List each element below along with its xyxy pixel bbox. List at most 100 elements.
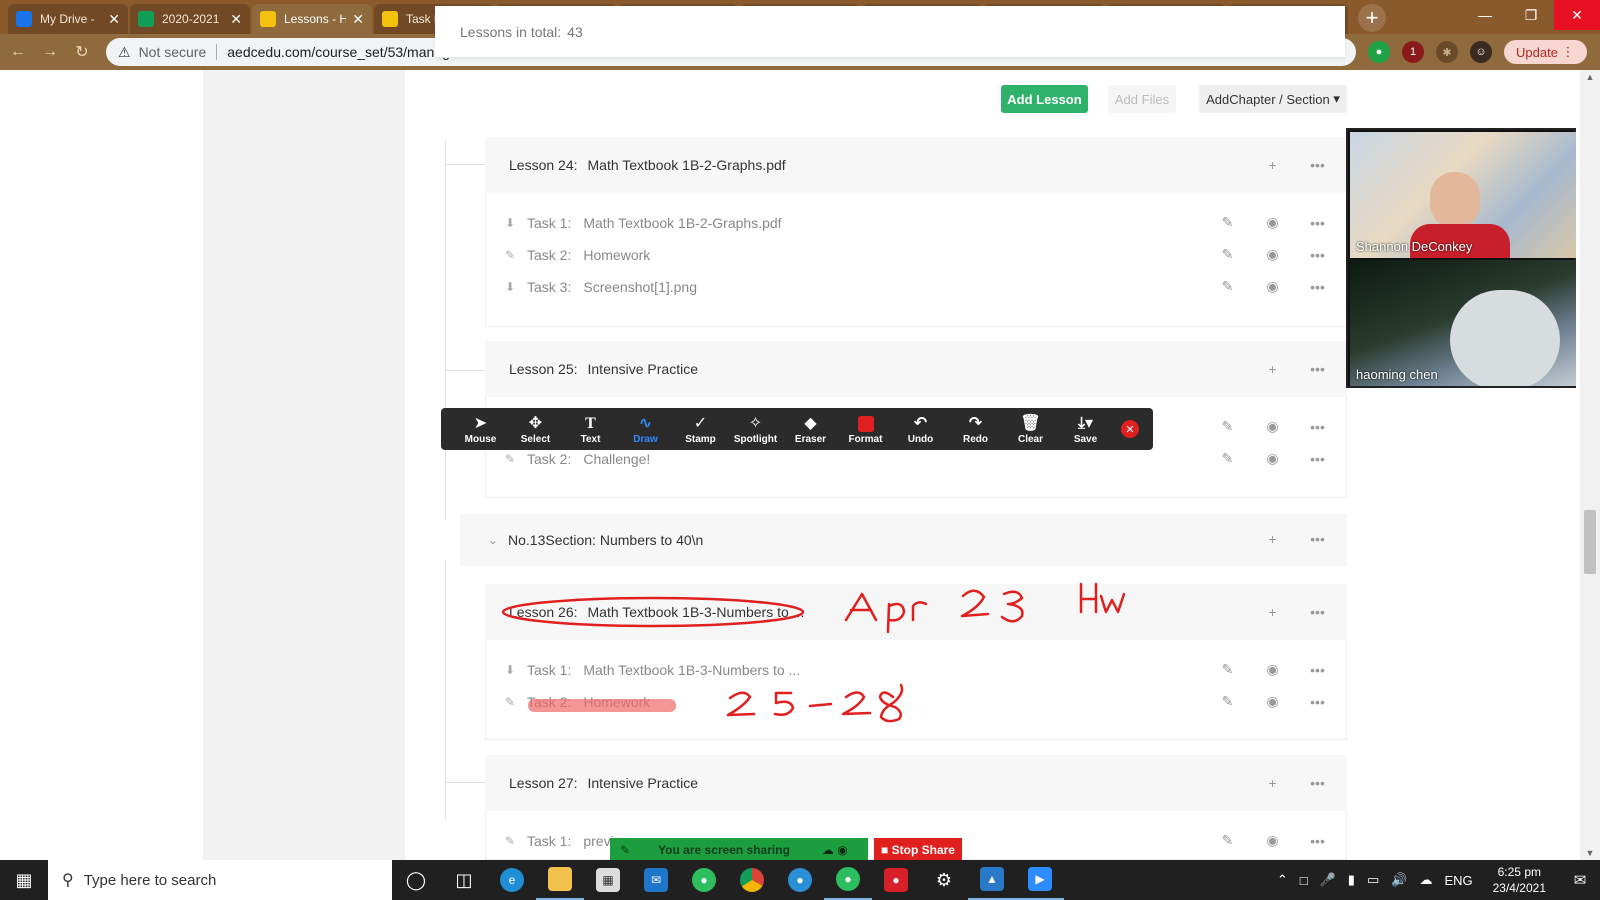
task-row[interactable]: ⬇ Task 3: Screenshot[1].png bbox=[505, 272, 1325, 302]
photos-icon[interactable]: ▲ bbox=[968, 860, 1016, 900]
volume-icon[interactable]: 🔊 bbox=[1391, 872, 1407, 888]
add-chapter-section-button[interactable]: AddChapter / Section ▾ bbox=[1199, 85, 1347, 113]
edit-pencil-icon[interactable]: ✎ bbox=[1205, 661, 1250, 678]
preview-eye-icon[interactable]: ◉ bbox=[1250, 418, 1295, 435]
add-task-icon[interactable]: + bbox=[1250, 361, 1295, 377]
tab-close-icon[interactable]: ✕ bbox=[108, 11, 120, 28]
more-options-icon[interactable]: ••• bbox=[1295, 279, 1340, 295]
more-options-icon[interactable]: ••• bbox=[1295, 361, 1340, 377]
warning-icon[interactable]: ⚠ bbox=[118, 44, 131, 61]
task-row[interactable]: ✎ Task 2: Homework bbox=[505, 687, 1325, 717]
update-button[interactable]: Update ⋮ bbox=[1504, 40, 1587, 64]
browser-tab[interactable]: Lessons - H ✕ bbox=[252, 4, 372, 34]
edit-pencil-icon[interactable]: ✎ bbox=[1205, 278, 1250, 295]
edit-pencil-icon[interactable]: ✎ bbox=[1205, 832, 1250, 849]
reload-icon[interactable]: ↻ bbox=[68, 42, 96, 62]
settings-gear-icon[interactable]: ⚙ bbox=[920, 860, 968, 900]
new-tab-button[interactable]: + bbox=[1358, 4, 1386, 32]
browser-tab[interactable]: 2020-2021 ✕ bbox=[130, 4, 250, 34]
tool-undo[interactable]: ↶ Undo bbox=[893, 414, 948, 445]
more-options-icon[interactable]: ••• bbox=[1295, 775, 1340, 791]
battery-icon[interactable]: ▮ bbox=[1348, 872, 1355, 888]
extensions-puzzle-icon[interactable]: ✱ bbox=[1436, 41, 1458, 63]
scroll-up-icon[interactable]: ▲ bbox=[1584, 72, 1596, 82]
section-header[interactable]: ⌄ No.13Section: Numbers to 40\n bbox=[460, 514, 1347, 566]
video-tile[interactable]: haoming chen bbox=[1350, 260, 1576, 386]
tool-clear[interactable]: 🗑 Clear bbox=[1003, 414, 1058, 445]
edit-pencil-icon[interactable]: ✎ bbox=[1205, 418, 1250, 435]
video-tile[interactable]: Shannon DeConkey bbox=[1350, 132, 1576, 258]
lesson-header[interactable]: Lesson 26: Math Textbook 1B-3-Numbers to… bbox=[485, 584, 1347, 640]
evernote-icon[interactable]: ● bbox=[680, 860, 728, 900]
edit-pencil-icon[interactable]: ✎ bbox=[1205, 450, 1250, 467]
browser-tab[interactable]: My Drive - ✕ bbox=[8, 4, 128, 34]
clock[interactable]: 6:25 pm 23/4/2021 bbox=[1493, 864, 1546, 896]
profile-avatar[interactable]: ☺ bbox=[1470, 41, 1492, 63]
zoom-icon[interactable]: ▶ bbox=[1016, 860, 1064, 900]
task-row[interactable]: ✎ Task 2: Homework bbox=[505, 240, 1325, 270]
microphone-icon[interactable]: 🎤 bbox=[1320, 872, 1336, 888]
chevron-down-icon[interactable]: ⌄ bbox=[488, 533, 508, 547]
meet-now-icon[interactable]: □ bbox=[1300, 873, 1308, 888]
forward-icon[interactable]: → bbox=[36, 43, 64, 61]
language-indicator[interactable]: ENG bbox=[1444, 873, 1472, 888]
lesson-header[interactable]: Lesson 24: Math Textbook 1B-2-Graphs.pdf bbox=[485, 137, 1347, 193]
taskbar-search-input[interactable]: ⚲ Type here to search bbox=[48, 860, 392, 900]
cortana-icon[interactable]: ◯ bbox=[392, 860, 440, 900]
add-task-icon[interactable]: + bbox=[1250, 157, 1295, 173]
edge-icon[interactable]: e bbox=[488, 860, 536, 900]
scroll-down-icon[interactable]: ▼ bbox=[1584, 848, 1596, 858]
task-row[interactable]: ⬇ Task 1: Math Textbook 1B-2-Graphs.pdf bbox=[505, 208, 1325, 238]
chrome-icon[interactable] bbox=[728, 860, 776, 900]
video-gallery[interactable]: Shannon DeConkey haoming chen bbox=[1346, 128, 1576, 388]
more-options-icon[interactable]: ••• bbox=[1295, 451, 1340, 467]
tab-close-icon[interactable]: ✕ bbox=[230, 11, 242, 28]
tutor-app-icon[interactable]: ● bbox=[776, 860, 824, 900]
tool-spotlight[interactable]: ✧ Spotlight bbox=[728, 414, 783, 445]
edit-pencil-icon[interactable]: ✎ bbox=[1205, 246, 1250, 263]
tool-draw[interactable]: ∿ Draw bbox=[618, 414, 673, 445]
tab-close-icon[interactable]: ✕ bbox=[352, 11, 364, 28]
network-icon[interactable]: ▭ bbox=[1367, 872, 1379, 888]
tool-format[interactable]: Format bbox=[838, 414, 893, 445]
onedrive-icon[interactable]: ☁ bbox=[1419, 872, 1432, 888]
more-options-icon[interactable]: ••• bbox=[1295, 662, 1340, 678]
add-lesson-button[interactable]: Add Lesson bbox=[1001, 85, 1088, 113]
preview-eye-icon[interactable]: ◉ bbox=[1250, 278, 1295, 295]
grip-icon[interactable]: ✎ bbox=[620, 843, 630, 857]
itutor-icon[interactable]: ● bbox=[872, 860, 920, 900]
notifications-icon[interactable]: ✉ bbox=[1560, 871, 1600, 889]
page-scrollbar[interactable]: ▲ ▼ bbox=[1580, 70, 1600, 860]
task-row[interactable]: ⬇ Task 1: Math Textbook 1B-3-Numbers to … bbox=[505, 655, 1325, 685]
tool-select[interactable]: ✥ Select bbox=[508, 414, 563, 445]
ublock-extension-icon[interactable]: 1 bbox=[1402, 41, 1424, 63]
store-icon[interactable]: ▦ bbox=[584, 860, 632, 900]
add-task-icon[interactable]: + bbox=[1250, 604, 1295, 620]
task-view-icon[interactable]: ◫ bbox=[440, 860, 488, 900]
more-options-icon[interactable]: ••• bbox=[1295, 694, 1340, 710]
tool-stamp[interactable]: ✓ Stamp bbox=[673, 414, 728, 445]
security-label[interactable]: Not secure bbox=[139, 44, 207, 60]
preview-eye-icon[interactable]: ◉ bbox=[1250, 214, 1295, 231]
tool-eraser[interactable]: ◆ Eraser bbox=[783, 414, 838, 445]
window-close-icon[interactable]: ✕ bbox=[1554, 0, 1600, 30]
preview-eye-icon[interactable]: ◉ bbox=[1250, 661, 1295, 678]
restore-icon[interactable]: ❐ bbox=[1508, 0, 1554, 30]
more-options-icon[interactable]: ••• bbox=[1295, 833, 1340, 849]
tool-mouse[interactable]: ➤ Mouse bbox=[453, 414, 508, 445]
more-options-icon[interactable]: ••• bbox=[1295, 247, 1340, 263]
preview-eye-icon[interactable]: ◉ bbox=[1250, 450, 1295, 467]
more-options-icon[interactable]: ••• bbox=[1295, 419, 1340, 435]
more-options-icon[interactable]: ••• bbox=[1295, 157, 1340, 173]
more-options-icon[interactable]: ••• bbox=[1295, 215, 1340, 231]
more-options-icon[interactable]: ••• bbox=[1295, 604, 1340, 620]
lesson-header[interactable]: Lesson 27: Intensive Practice bbox=[485, 755, 1347, 811]
windows-start-icon[interactable]: ▦ bbox=[0, 860, 48, 900]
close-toolbar-icon[interactable]: ✕ bbox=[1121, 420, 1139, 438]
tool-redo[interactable]: ↷ Redo bbox=[948, 414, 1003, 445]
lesson-header[interactable]: Lesson 25: Intensive Practice bbox=[485, 341, 1347, 397]
back-icon[interactable]: ← bbox=[4, 43, 32, 61]
add-task-icon[interactable]: + bbox=[1250, 775, 1295, 791]
preview-eye-icon[interactable]: ◉ bbox=[1250, 693, 1295, 710]
file-explorer-icon[interactable] bbox=[536, 860, 584, 900]
